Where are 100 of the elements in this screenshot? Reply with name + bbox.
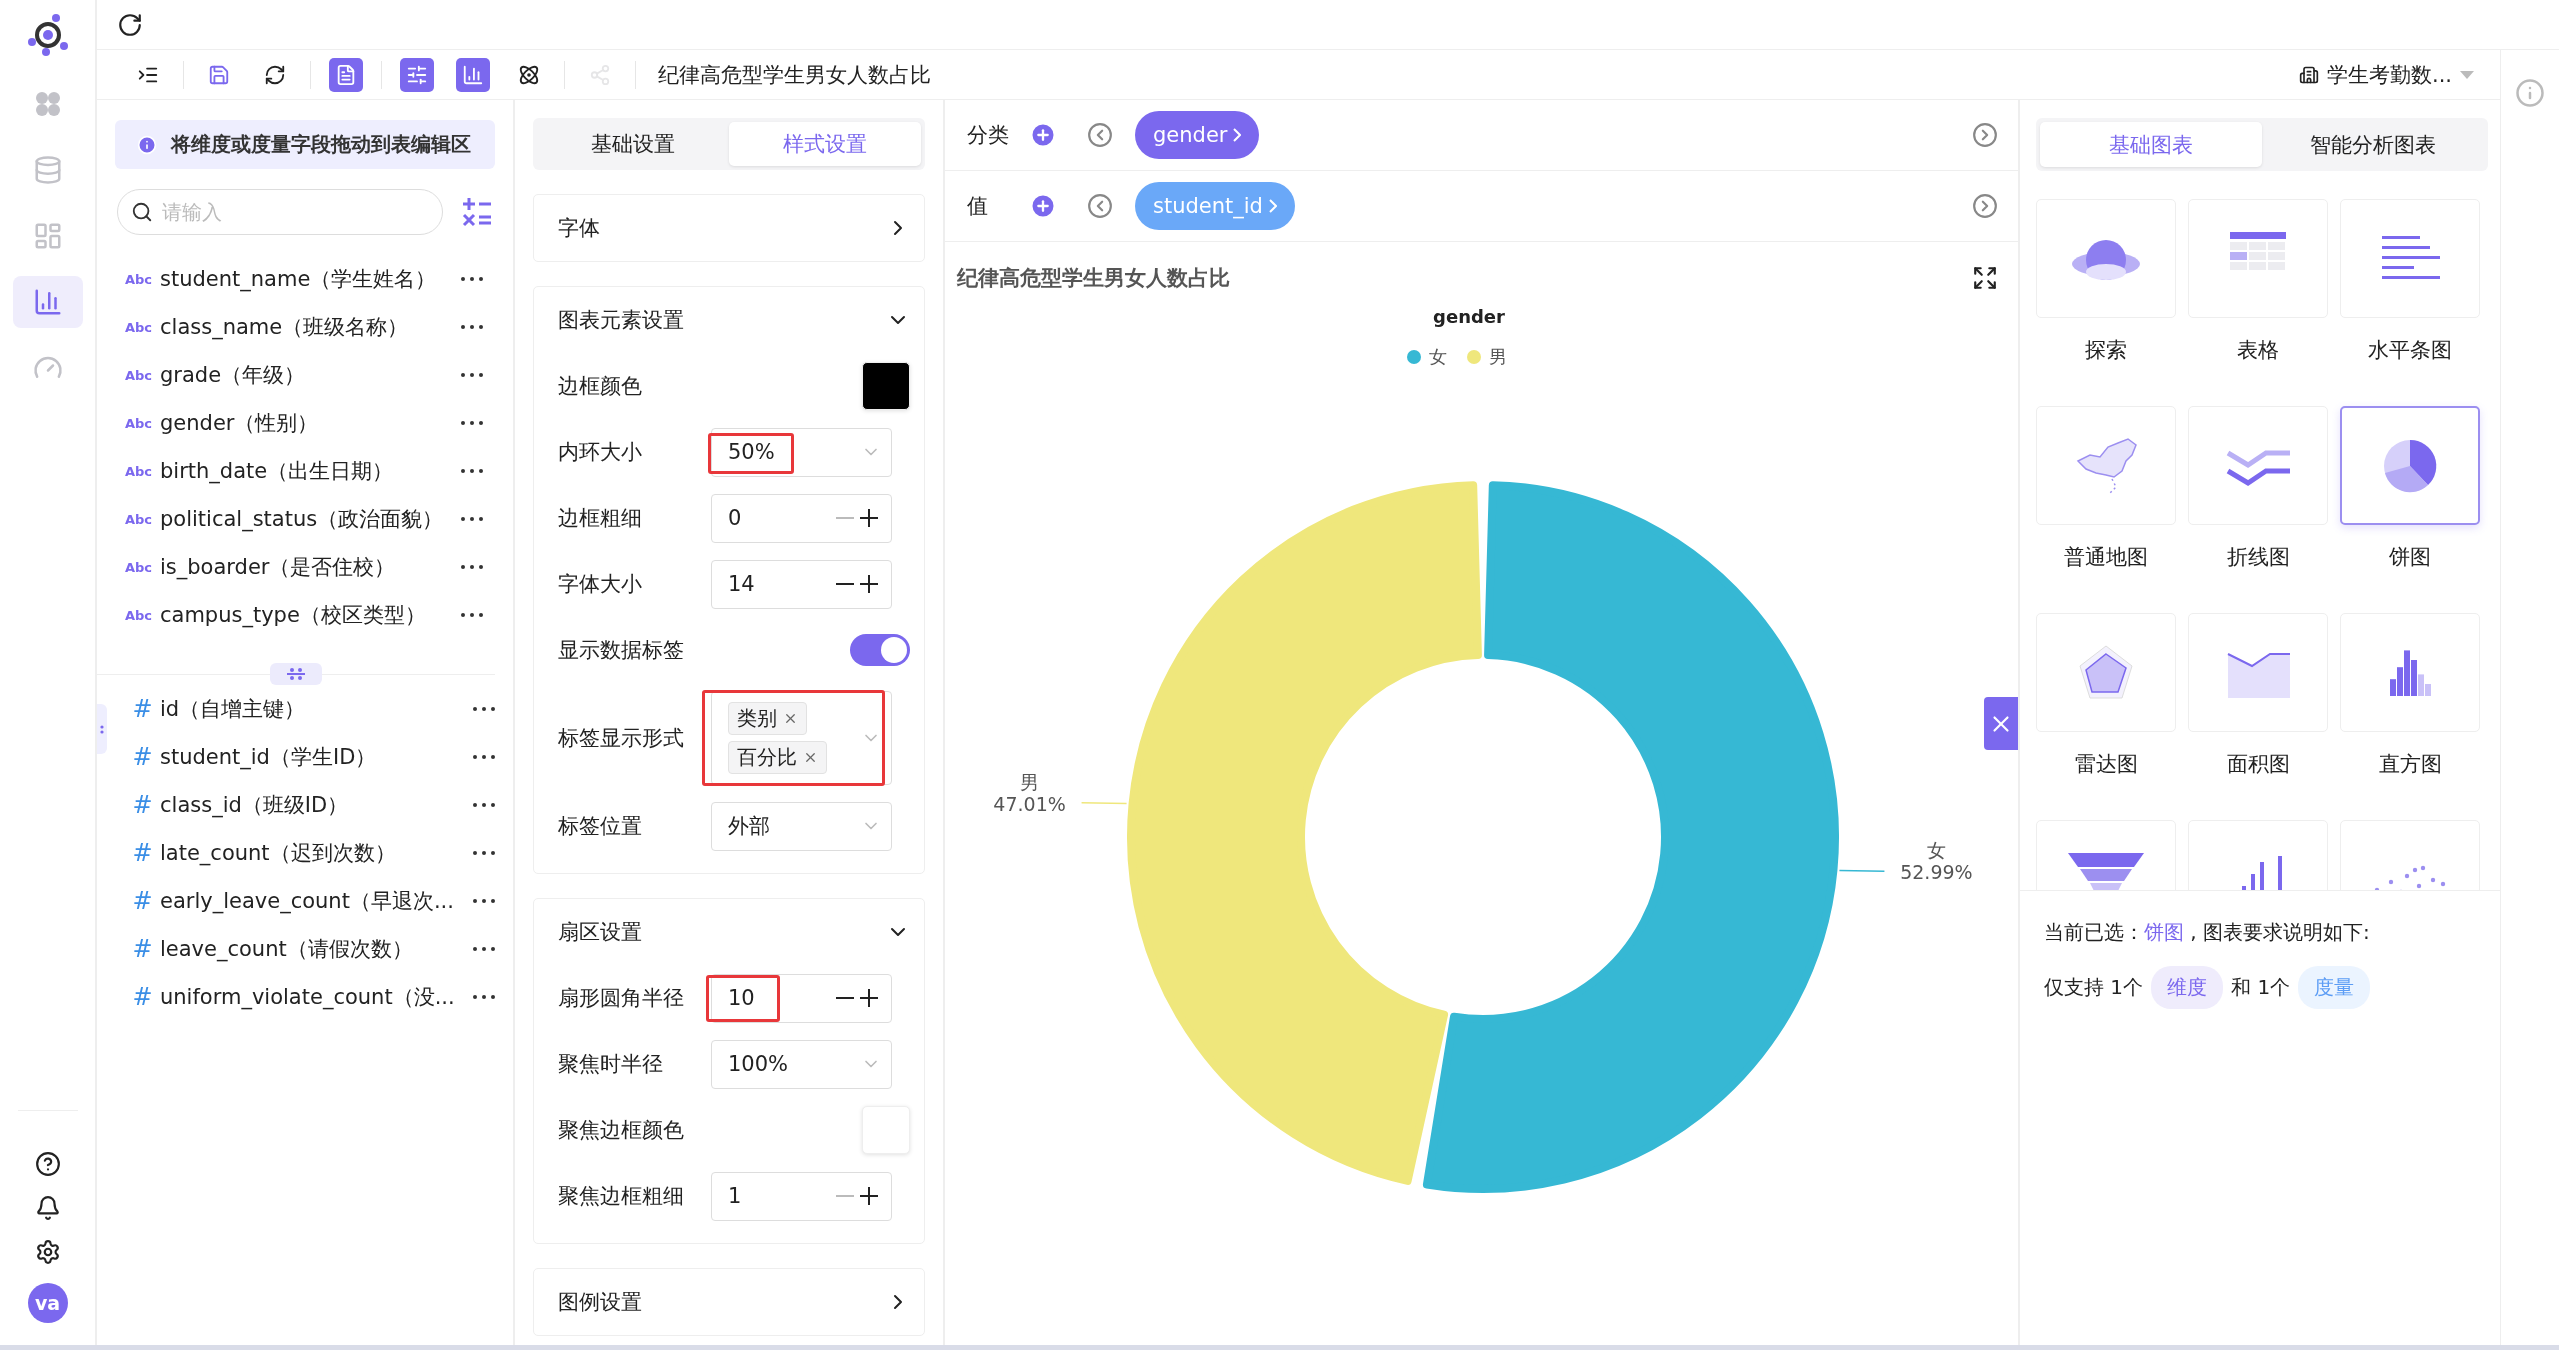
number-field[interactable]: 14 [711, 559, 892, 609]
more-button[interactable] [473, 947, 495, 951]
more-button[interactable] [461, 325, 483, 329]
more-button[interactable] [473, 707, 495, 711]
shelf-label: 值 [967, 193, 989, 220]
field-name[interactable]: grade（年级） [160, 361, 306, 389]
more-button[interactable] [461, 613, 483, 617]
field-name[interactable]: id（自增主键） [160, 695, 306, 723]
section-header[interactable]: 扇区设置 [558, 899, 910, 965]
scroll-right-icon[interactable] [1972, 122, 1998, 148]
add-icon[interactable] [1029, 192, 1057, 220]
plus-icon [860, 1187, 878, 1205]
field-name[interactable]: campus_type（校区类型） [160, 601, 426, 629]
setting-label: 边框颜色 [558, 373, 643, 400]
more-button[interactable] [461, 421, 483, 425]
select-field[interactable]: 50% [711, 427, 892, 477]
number-field[interactable]: 0 [711, 493, 892, 543]
more-button[interactable] [461, 277, 483, 281]
section-header[interactable]: 字体 [558, 195, 910, 261]
more-button[interactable] [461, 565, 483, 569]
nav-item[interactable] [12, 276, 83, 328]
field-name[interactable]: is_boarder（是否住校） [160, 553, 396, 581]
field-name[interactable]: student_name（学生姓名） [160, 265, 437, 293]
more-button[interactable] [461, 373, 483, 377]
reload-icon[interactable] [117, 11, 143, 38]
grip-icon [100, 724, 104, 734]
legend-item[interactable]: 女 [1406, 345, 1447, 369]
app-logo[interactable] [25, 12, 70, 56]
field-name[interactable]: leave_count（请假次数） [160, 935, 413, 963]
add-icon[interactable] [1029, 121, 1057, 149]
more-button[interactable] [461, 469, 483, 473]
more-button[interactable] [473, 803, 495, 807]
more-button[interactable] [461, 517, 483, 521]
selection-note: 当前已选：饼图 , 图表要求说明如下: [2044, 919, 2371, 946]
dataset-selector[interactable]: 学生考勤数... [2292, 59, 2480, 90]
bell-icon[interactable] [34, 1195, 61, 1221]
setting-label: 显示数据标签 [558, 637, 685, 664]
more-icon [473, 995, 495, 999]
scroll-left-icon[interactable] [1087, 193, 1113, 219]
section-header[interactable]: 图表元素设置 [558, 287, 910, 353]
search-field[interactable]: 请输入 [117, 189, 443, 235]
chart-type-card[interactable] [2340, 406, 2480, 525]
more-button[interactable] [473, 899, 495, 903]
close-icon[interactable] [803, 750, 818, 765]
chart-category-tab[interactable]: 基础图表 [2040, 122, 2262, 167]
fullscreen-icon[interactable] [1972, 265, 1998, 291]
plus-button[interactable] [857, 575, 881, 593]
field-name[interactable]: political_status（政治面貌） [160, 505, 444, 533]
more-button[interactable] [473, 755, 495, 759]
close-button[interactable] [1984, 697, 2018, 750]
scroll-right-icon[interactable] [1972, 193, 1998, 219]
field-name[interactable]: uniform_violate_count（没... [160, 983, 455, 1011]
settings-icon[interactable] [34, 1239, 61, 1265]
more-icon [461, 421, 483, 425]
field-name[interactable]: class_id（班级ID） [160, 791, 349, 819]
minus-button[interactable] [833, 997, 857, 999]
toggle-switch[interactable] [850, 634, 910, 666]
chart-type-label: 水平条图 [2368, 337, 2452, 364]
legend-item[interactable]: 男 [1466, 345, 1507, 369]
split-handle[interactable] [270, 663, 322, 685]
field-name[interactable]: early_leave_count（早退次... [160, 887, 454, 915]
setting-label: 字体大小 [558, 571, 643, 598]
plus-button[interactable] [857, 1187, 881, 1205]
field-name[interactable]: gender（性别） [160, 409, 319, 437]
chart-type-label: 雷达图 [2074, 751, 2138, 778]
chart-type-label: 折线图 [2226, 544, 2290, 571]
plus-button[interactable] [857, 509, 881, 527]
calculator-icon[interactable] [461, 196, 493, 228]
chart-type-label: 直方图 [2378, 751, 2442, 778]
section-header[interactable]: 图例设置 [558, 1269, 910, 1335]
settings-tab[interactable]: 基础设置 [537, 122, 729, 166]
grip-icon [285, 667, 307, 681]
field-name[interactable]: late_count（迟到次数） [160, 839, 396, 867]
field-name[interactable]: birth_date（出生日期） [160, 457, 394, 485]
more-button[interactable] [473, 851, 495, 855]
user-avatar[interactable]: va [27, 1283, 68, 1323]
drag-handle[interactable] [97, 704, 107, 754]
close-icon[interactable] [783, 711, 798, 726]
field-name[interactable]: class_name（班级名称） [160, 313, 409, 341]
donut-slice[interactable] [1422, 481, 1839, 1193]
select-field[interactable]: 外部 [711, 801, 892, 851]
number-field[interactable]: 1 [711, 1171, 892, 1221]
more-icon [473, 851, 495, 855]
color-swatch[interactable] [862, 362, 910, 410]
chart-category-tab[interactable]: 智能分析图表 [2262, 122, 2484, 167]
select-field[interactable]: 100% [711, 1039, 892, 1089]
tag-chip: 类别 [728, 702, 807, 735]
help-icon[interactable] [34, 1151, 61, 1177]
settings-tab[interactable]: 样式设置 [729, 122, 921, 166]
plus-button[interactable] [857, 989, 881, 1007]
field-name[interactable]: student_id（学生ID） [160, 743, 377, 771]
setting-label: 聚焦时半径 [558, 1051, 664, 1078]
type-tag: Abc [125, 607, 160, 623]
more-button[interactable] [473, 995, 495, 999]
document-icon [335, 62, 357, 87]
scroll-left-icon[interactable] [1087, 122, 1113, 148]
minus-button[interactable] [833, 583, 857, 585]
leader-line [1838, 869, 1886, 872]
caret-icon [2460, 70, 2474, 79]
field-pill[interactable]: gender [1135, 111, 1260, 159]
